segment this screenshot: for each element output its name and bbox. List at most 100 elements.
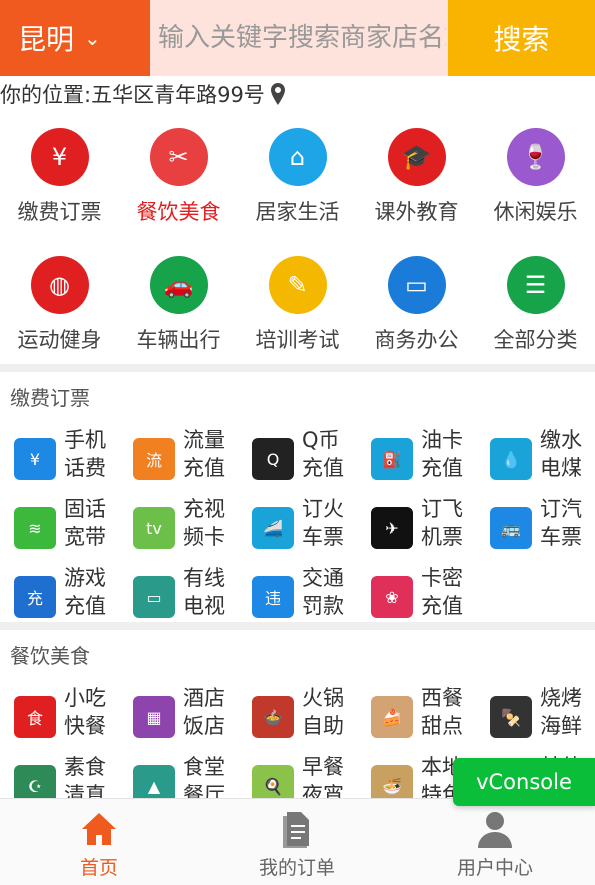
category-label: 运动健身 bbox=[17, 328, 102, 352]
service-icon: 食 bbox=[14, 696, 56, 738]
service-label: 小吃 快餐 bbox=[64, 684, 114, 740]
search-box[interactable] bbox=[150, 0, 448, 76]
service-item[interactable]: ▭ 有线 电视 bbox=[119, 564, 238, 626]
tab-orders-label: 我的订单 bbox=[258, 857, 335, 879]
service-icon: ≋ bbox=[14, 507, 56, 549]
service-label: 交通 罚款 bbox=[302, 564, 352, 620]
service-item[interactable]: ❀ 卡密 充值 bbox=[357, 564, 476, 626]
category-label: 餐饮美食 bbox=[136, 200, 221, 224]
category-6[interactable]: ◍ 运动健身 bbox=[0, 256, 119, 354]
service-icon: 充 bbox=[14, 576, 56, 618]
service-label: Q币充值 bbox=[302, 426, 352, 482]
service-label: 有线 电视 bbox=[183, 564, 233, 620]
yen-icon: ¥ bbox=[30, 128, 89, 186]
service-label-line2: 充值 bbox=[302, 456, 344, 480]
tab-orders[interactable]: 我的订单 bbox=[198, 799, 396, 885]
service-label-line1: 小吃 bbox=[64, 686, 106, 710]
service-label: 卡密 充值 bbox=[421, 564, 471, 620]
service-item[interactable]: 🍰 西餐 甜点 bbox=[357, 684, 476, 746]
service-item[interactable]: 🍲 火锅 自助 bbox=[238, 684, 357, 746]
category-1[interactable]: ¥ 缴费订票 bbox=[0, 128, 119, 226]
list-icon: ☰ bbox=[506, 256, 565, 314]
service-label-line1: 油卡 bbox=[421, 428, 463, 452]
service-label-line2: 充值 bbox=[183, 456, 225, 480]
service-item[interactable]: 食小吃快餐 bbox=[0, 684, 119, 746]
service-label-line2: 充值 bbox=[64, 594, 106, 618]
service-label-line1: 食堂 bbox=[183, 755, 225, 779]
category-4[interactable]: 🎓 课外教育 bbox=[357, 128, 476, 226]
category-2[interactable]: ✂ 餐饮美食 bbox=[119, 128, 238, 226]
service-item[interactable]: ≋ 固话 宽带 bbox=[0, 495, 119, 557]
location-bar[interactable]: 你的位置: 五华区青年路99号 bbox=[0, 78, 595, 110]
service-label-line1: 卡密 bbox=[421, 566, 463, 590]
service-icon: tv bbox=[133, 507, 175, 549]
service-label: 西餐 甜点 bbox=[421, 684, 471, 740]
service-item[interactable]: 🍢 烧烤 海鲜 bbox=[476, 684, 595, 746]
service-item[interactable]: ¥ 手机 话费 bbox=[0, 426, 119, 488]
category-label: 车辆出行 bbox=[136, 328, 221, 352]
service-item[interactable]: ✈ 订飞 机票 bbox=[357, 495, 476, 557]
service-item[interactable]: 违交通 罚款 bbox=[238, 564, 357, 626]
user-icon bbox=[475, 809, 515, 849]
service-label-line2: 充值 bbox=[421, 456, 463, 480]
service-item[interactable]: Q Q币 充值 bbox=[238, 426, 357, 488]
service-item[interactable]: 流流量 充值 bbox=[119, 426, 238, 488]
service-label-line2: 罚款 bbox=[302, 594, 344, 618]
location-address: 五华区青年路99号 bbox=[91, 83, 265, 107]
tab-bar: 首页 我的订单 用户中心 bbox=[0, 798, 595, 885]
service-label: 流量 充值 bbox=[183, 426, 233, 482]
category-label: 休闲娱乐 bbox=[493, 200, 578, 224]
category-9[interactable]: ▭ 商务办公 bbox=[357, 256, 476, 354]
category-3[interactable]: ⌂ 居家生活 bbox=[238, 128, 357, 226]
service-label: 订汽 车票 bbox=[540, 495, 590, 551]
utensils-icon: ✂ bbox=[149, 128, 208, 186]
service-item[interactable]: tv 充视频卡 bbox=[119, 495, 238, 557]
tab-user[interactable]: 用户中心 bbox=[396, 799, 594, 885]
search-input[interactable] bbox=[156, 22, 448, 54]
service-label-line1: 交通 bbox=[302, 566, 344, 590]
service-label: 订火 车票 bbox=[302, 495, 352, 551]
service-label-line2: 车票 bbox=[302, 525, 344, 549]
service-item[interactable]: 充游戏充值 bbox=[0, 564, 119, 626]
service-icon: ▭ bbox=[133, 576, 175, 618]
city-selector[interactable]: 昆明 ⌄ bbox=[0, 0, 150, 76]
category-5[interactable]: 🍷 休闲娱乐 bbox=[476, 128, 595, 226]
service-label-line1: 充视 bbox=[183, 497, 225, 521]
service-icon: ❀ bbox=[371, 576, 413, 618]
service-item[interactable]: 🚌 订汽 车票 bbox=[476, 495, 595, 557]
category-7[interactable]: 🚗 车辆出行 bbox=[119, 256, 238, 354]
service-item[interactable]: 💧 缴水 电煤 bbox=[476, 426, 595, 488]
city-name: 昆明 bbox=[18, 23, 75, 56]
category-label: 课外教育 bbox=[374, 200, 459, 224]
tab-home[interactable]: 首页 bbox=[0, 799, 198, 885]
service-icon: 💧 bbox=[490, 438, 532, 480]
service-label-line2: 充值 bbox=[421, 594, 463, 618]
service-label-line2: 快餐 bbox=[64, 714, 106, 738]
service-item[interactable]: 🚄 订火 车票 bbox=[238, 495, 357, 557]
service-label-line2: 电视 bbox=[183, 594, 225, 618]
location-pin-icon bbox=[270, 83, 285, 105]
service-label-line1: Q币 bbox=[302, 428, 340, 452]
service-label: 油卡 充值 bbox=[421, 426, 471, 482]
service-item[interactable]: ▦ 酒店 饭店 bbox=[119, 684, 238, 746]
category-8[interactable]: ✎ 培训考试 bbox=[238, 256, 357, 354]
service-item[interactable]: ⛽ 油卡 充值 bbox=[357, 426, 476, 488]
document-icon bbox=[277, 809, 317, 849]
service-label: 手机 话费 bbox=[64, 426, 114, 482]
service-label: 烧烤 海鲜 bbox=[540, 684, 590, 740]
vconsole-button[interactable]: vConsole bbox=[453, 758, 595, 806]
service-label-line1: 游戏 bbox=[64, 566, 106, 590]
category-10[interactable]: ☰ 全部分类 bbox=[476, 256, 595, 354]
service-label-line2: 自助 bbox=[302, 714, 344, 738]
service-label-line2: 车票 bbox=[540, 525, 582, 549]
service-icon: 🚌 bbox=[490, 507, 532, 549]
search-button[interactable]: 搜索 bbox=[448, 0, 595, 76]
home-icon bbox=[79, 809, 119, 849]
category-label: 全部分类 bbox=[493, 328, 578, 352]
service-label: 固话 宽带 bbox=[64, 495, 114, 551]
service-label-line1: 缴水 bbox=[540, 428, 582, 452]
section-title-payment: 缴费订票 bbox=[10, 386, 90, 410]
service-label-line1: 火锅 bbox=[302, 686, 344, 710]
service-label-line2: 甜点 bbox=[421, 714, 463, 738]
service-label-line2: 频卡 bbox=[183, 525, 225, 549]
